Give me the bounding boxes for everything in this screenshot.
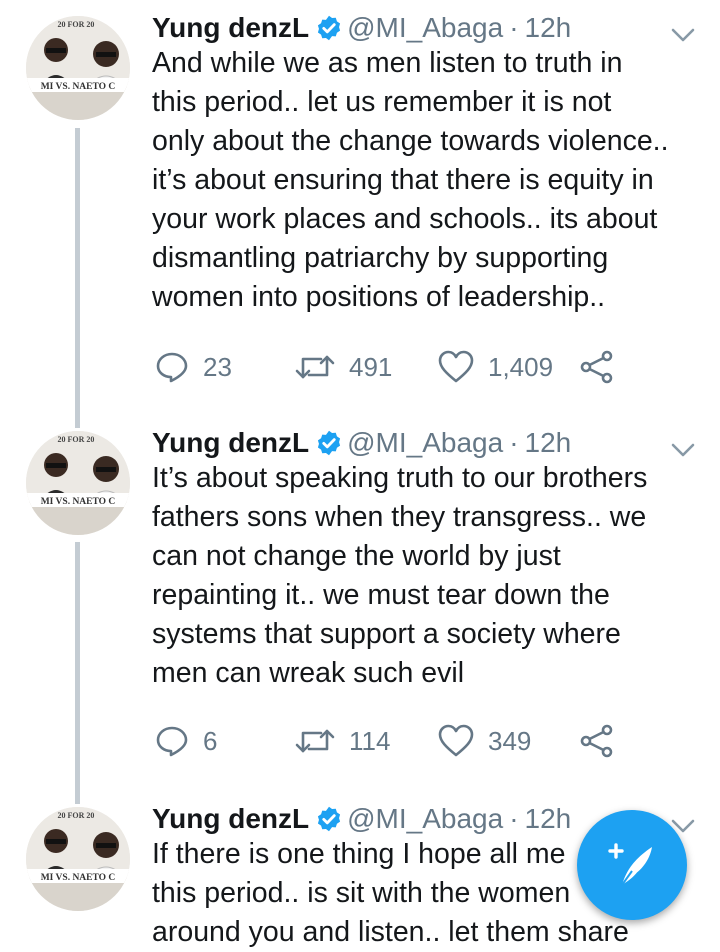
reply-icon [156, 726, 188, 757]
separator-dot: · [509, 427, 519, 458]
timestamp[interactable]: 12h [525, 12, 572, 44]
handle[interactable]: @MI_Abaga [347, 427, 503, 459]
retweet-count: 114 [349, 725, 391, 756]
like-button[interactable]: 349 [438, 721, 531, 761]
share-button[interactable] [580, 347, 628, 387]
retweet-button[interactable]: 114 [295, 721, 390, 761]
reply-button[interactable]: 23 [155, 347, 232, 387]
tweet[interactable]: MI VS. NAETO C 20 FOR 20 Yung denzL @MI_… [0, 421, 720, 801]
retweet-icon [295, 355, 335, 379]
tweet-text-line: it’s about ensuring that there is equity… [152, 164, 654, 196]
tweet-text-line: around you and listen.. let them share [152, 916, 629, 948]
reply-count: 6 [203, 725, 218, 756]
avatar-image: MI VS. NAETO C 20 FOR 20 [26, 807, 130, 911]
timestamp[interactable]: 12h [525, 803, 572, 835]
avatar[interactable]: MI VS. NAETO C 20 FOR 20 [26, 807, 130, 911]
share-icon [580, 350, 613, 384]
compose-icon [608, 843, 652, 886]
avatar[interactable]: MI VS. NAETO C 20 FOR 20 [26, 431, 130, 535]
tweet-text-line: can not change the world by just [152, 540, 561, 572]
compose-tweet-button[interactable] [577, 810, 687, 920]
timestamp[interactable]: 12h [525, 427, 572, 459]
like-count: 1,409 [488, 351, 554, 382]
avatar-top-text: 20 FOR 20 [58, 435, 95, 444]
tweet-text-line: repainting it.. we must tear down the [152, 579, 610, 611]
like-icon [438, 724, 474, 757]
tweet-text: And while we as men listen to truth in t… [152, 44, 702, 317]
display-name[interactable]: Yung denzL [152, 12, 309, 44]
display-name[interactable]: Yung denzL [152, 427, 309, 459]
tweet-text-line: systems that support a society where [152, 618, 621, 650]
tweet-text-line: this period.. let us remember it is not [152, 86, 612, 118]
tweet-text-line: And while we as men listen to truth in [152, 47, 623, 79]
retweet-count: 491 [349, 351, 393, 382]
verified-icon [318, 15, 341, 41]
display-name[interactable]: Yung denzL [152, 803, 309, 835]
tweet-text-line: dismantling patriarchy by supporting [152, 242, 609, 274]
tweet[interactable]: MI VS. NAETO C 20 FOR 20 Yung denzL @MI_… [0, 6, 720, 416]
avatar-top-text: 20 FOR 20 [58, 20, 95, 29]
tweet-text-line: women into positions of leadership.. [152, 281, 606, 313]
chevron-down-icon[interactable] [670, 26, 696, 44]
chevron-down-icon[interactable] [670, 441, 696, 459]
tweet-text-line: It’s about speaking truth to our brother… [152, 462, 648, 494]
avatar-banner-text: MI VS. NAETO C [41, 82, 116, 92]
verified-icon [318, 430, 341, 456]
like-button[interactable]: 1,409 [438, 347, 553, 387]
tweet-text-line: only about the change towards violence.. [152, 125, 669, 157]
reply-count: 23 [203, 351, 232, 382]
handle[interactable]: @MI_Abaga [347, 803, 503, 835]
like-icon [438, 350, 474, 383]
separator-dot: · [509, 803, 519, 834]
handle[interactable]: @MI_Abaga [347, 12, 503, 44]
tweet-text-line: fathers sons when they transgress.. we [152, 501, 647, 533]
separator-dot: · [509, 12, 519, 43]
avatar-banner-text: MI VS. NAETO C [41, 873, 116, 883]
retweet-button[interactable]: 491 [295, 347, 392, 387]
like-count: 349 [488, 725, 532, 756]
reply-button[interactable]: 6 [155, 721, 217, 761]
share-button[interactable] [580, 721, 628, 761]
reply-icon [156, 352, 188, 383]
avatar-image: MI VS. NAETO C 20 FOR 20 [26, 431, 130, 535]
share-icon [580, 724, 613, 758]
avatar-image: MI VS. NAETO C 20 FOR 20 [26, 16, 130, 120]
avatar-top-text: 20 FOR 20 [58, 811, 95, 820]
tweet-text: It’s about speaking truth to our brother… [152, 459, 702, 693]
avatar-banner-text: MI VS. NAETO C [41, 497, 116, 507]
tweet-text-line: men can wreak such evil [152, 657, 465, 689]
tweet-text-line: your work places and schools.. its about [152, 203, 658, 235]
retweet-icon [295, 729, 335, 753]
verified-icon [318, 806, 341, 832]
avatar[interactable]: MI VS. NAETO C 20 FOR 20 [26, 16, 130, 120]
